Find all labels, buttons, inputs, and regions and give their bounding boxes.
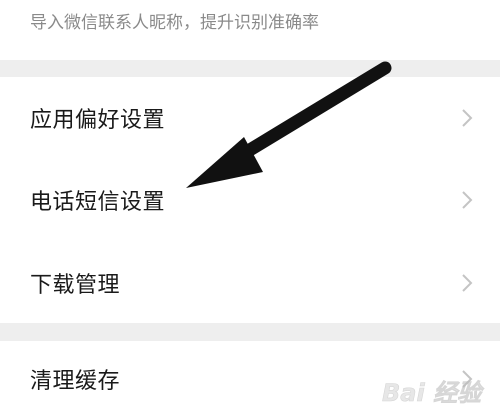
settings-item-label: 下载管理 (30, 273, 121, 298)
baidu-watermark-logo: Bai 经验 (382, 379, 485, 408)
settings-item-app-preferences[interactable]: 应用偏好设置 (0, 78, 500, 158)
settings-item-label: 清理缓存 (30, 369, 121, 394)
chevron-right-icon (462, 274, 473, 292)
svg-text:Bai 经验: Bai 经验 (382, 379, 485, 407)
settings-item-label: 电话短信设置 (30, 190, 166, 215)
settings-item-label: 应用偏好设置 (30, 108, 166, 133)
import-hint-text: 导入微信联系人昵称，提升识别准确率 (30, 13, 319, 33)
settings-item-download-manager[interactable]: 下载管理 (0, 243, 500, 323)
settings-item-phone-sms[interactable]: 电话短信设置 (0, 160, 500, 240)
chevron-right-icon (462, 109, 473, 127)
section-divider (0, 60, 500, 77)
section-divider (0, 323, 500, 341)
chevron-right-icon (462, 191, 473, 209)
